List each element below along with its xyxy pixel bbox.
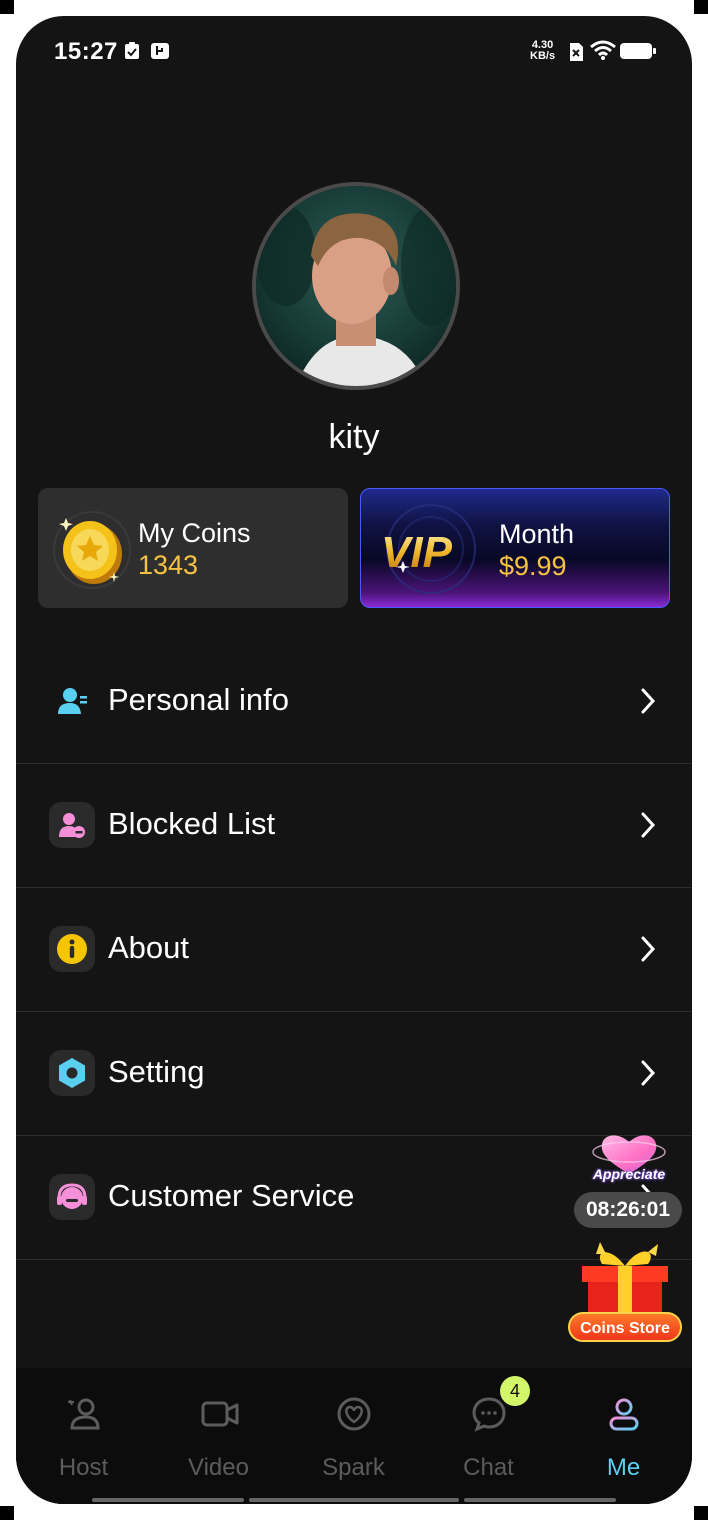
- my-coins-card[interactable]: My Coins 1343: [38, 488, 348, 608]
- gesture-bar-segment: [92, 1498, 244, 1502]
- headset-icon: [57, 1183, 87, 1209]
- vip-price: $9.99: [499, 551, 567, 581]
- tab-label: Chat: [463, 1454, 514, 1481]
- gesture-bar-segment: [249, 1498, 459, 1502]
- chat-unread-badge: 4: [500, 1376, 530, 1406]
- frame-corner: [694, 1506, 708, 1520]
- chat-icon: [472, 1397, 506, 1432]
- me-icon: [609, 1398, 639, 1431]
- tab-label: Video: [188, 1454, 249, 1481]
- my-coins-title: My Coins: [138, 518, 251, 548]
- appreciate-timer: 08:26:01: [574, 1192, 682, 1228]
- chevron-right-icon: [641, 688, 656, 714]
- usb-notification-icon: [150, 42, 170, 65]
- tab-chat[interactable]: Chat: [421, 1368, 556, 1504]
- menu-item-label: About: [108, 930, 190, 965]
- person-info-icon: [58, 688, 87, 714]
- network-speed-unit: KB/s: [530, 50, 556, 62]
- chevron-right-icon: [641, 936, 656, 962]
- vip-month-card[interactable]: VIP Month $9.99: [360, 488, 670, 608]
- wifi-icon: [590, 40, 616, 65]
- menu-item-label: Blocked List: [108, 806, 276, 841]
- settings-icon-box: [49, 1050, 95, 1096]
- headset-icon-box: [49, 1174, 95, 1220]
- tab-video[interactable]: Video: [151, 1368, 286, 1504]
- info-icon-box: [49, 926, 95, 972]
- sim-blocked-icon: [568, 42, 584, 67]
- menu-item-setting[interactable]: Setting: [16, 1012, 692, 1136]
- network-speed: 4.30 KB/s: [530, 40, 555, 62]
- coins-store-button[interactable]: Coins Store: [568, 1312, 682, 1342]
- spark-icon: [337, 1397, 371, 1431]
- frame-corner: [0, 0, 14, 14]
- status-bar: 15:27 4.30 KB/s: [16, 16, 692, 86]
- hexagon-settings-icon: [59, 1058, 85, 1088]
- tab-spark[interactable]: Spark: [286, 1368, 421, 1504]
- avatar[interactable]: [252, 182, 460, 390]
- gold-coin-icon: [53, 511, 131, 589]
- appreciate-label: Appreciate: [592, 1166, 666, 1182]
- bottom-tab-bar: Host Video Spark Chat Me: [16, 1368, 692, 1504]
- tab-me[interactable]: Me: [556, 1368, 691, 1504]
- host-icon: [68, 1398, 100, 1430]
- my-coins-value: 1343: [138, 550, 199, 580]
- menu-item-about[interactable]: About: [16, 888, 692, 1012]
- menu-item-label: Customer Service: [108, 1178, 355, 1213]
- menu-item-blocked-list[interactable]: Blocked List: [16, 764, 692, 888]
- menu-item-label: Personal info: [108, 682, 289, 717]
- frame-corner: [694, 0, 708, 14]
- info-icon: [57, 934, 87, 964]
- video-icon: [201, 1401, 239, 1427]
- phone-screen: 15:27 4.30 KB/s kity My Coins 1343 VIP M…: [16, 16, 692, 1504]
- blocked-user-icon-box: [49, 802, 95, 848]
- blocked-user-icon: [59, 813, 85, 838]
- tab-label: Spark: [322, 1454, 385, 1481]
- tab-label: Me: [606, 1454, 641, 1481]
- status-time: 15:27: [54, 38, 118, 65]
- username: kity: [328, 418, 380, 456]
- vip-badge-icon: VIP: [381, 504, 476, 594]
- checkbox-notification-icon: [124, 42, 140, 65]
- chevron-right-icon: [641, 1060, 656, 1086]
- frame-corner: [0, 1506, 14, 1520]
- chevron-right-icon: [641, 812, 656, 838]
- tab-host[interactable]: Host: [16, 1368, 151, 1504]
- tab-label: Host: [58, 1454, 109, 1481]
- vip-badge-text: VIP: [381, 528, 453, 577]
- menu-item-label: Setting: [108, 1054, 205, 1089]
- battery-icon: [620, 43, 656, 64]
- vip-title: Month: [499, 519, 575, 549]
- menu-item-personal-info[interactable]: Personal info: [16, 640, 692, 764]
- gesture-bar-segment: [464, 1498, 616, 1502]
